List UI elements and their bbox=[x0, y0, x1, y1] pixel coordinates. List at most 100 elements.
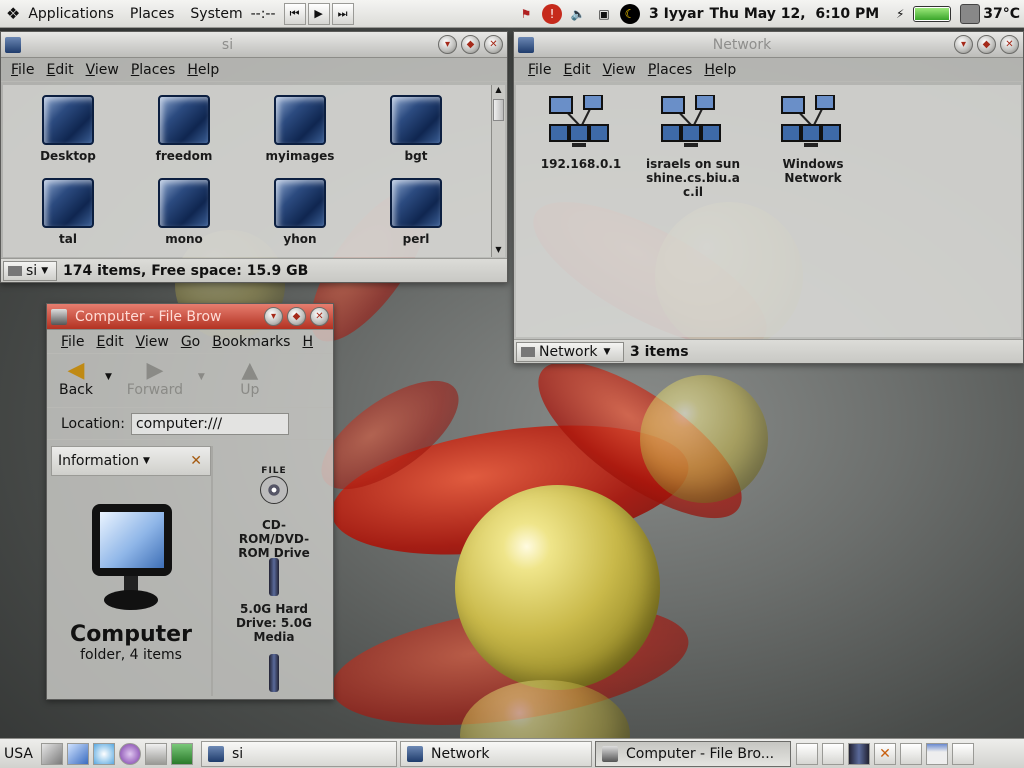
menu-view[interactable]: View bbox=[597, 62, 642, 78]
window-menu-icon[interactable] bbox=[5, 36, 21, 53]
menu-view[interactable]: View bbox=[80, 62, 125, 78]
media-play-button[interactable]: ▶ bbox=[307, 2, 330, 25]
menu-bookmarks[interactable]: Bookmarks bbox=[206, 334, 296, 350]
task-si[interactable]: si bbox=[200, 740, 397, 767]
media-previous-button[interactable]: ⏮ bbox=[283, 2, 306, 25]
scrollbar-thumb[interactable] bbox=[493, 99, 504, 121]
maximize-button[interactable]: ◆ bbox=[977, 35, 996, 54]
show-desktop-icon[interactable] bbox=[40, 742, 63, 765]
location-combo[interactable]: Network ▼ bbox=[516, 341, 624, 362]
gnome-foot-icon[interactable]: ❖ bbox=[6, 4, 20, 23]
forward-history-chevron-icon[interactable]: ▼ bbox=[198, 372, 205, 382]
close-button[interactable]: ✕ bbox=[484, 35, 503, 54]
menu-edit[interactable]: Edit bbox=[90, 334, 129, 350]
menu-file[interactable]: File bbox=[55, 334, 90, 350]
drive-mount-icon[interactable] bbox=[847, 742, 870, 765]
location-combo[interactable]: si ▼ bbox=[3, 260, 57, 281]
window-menu-icon[interactable] bbox=[518, 36, 534, 53]
minimize-button[interactable]: ▾ bbox=[954, 35, 973, 54]
side-pane-selector[interactable]: Information bbox=[58, 453, 139, 469]
folder-item[interactable]: Desktop bbox=[13, 95, 123, 163]
back-history-chevron-icon[interactable]: ▼ bbox=[105, 372, 112, 382]
file-manager-launcher-icon[interactable] bbox=[66, 742, 89, 765]
restore-window-icon[interactable] bbox=[899, 742, 922, 765]
folder-item[interactable]: perl bbox=[361, 178, 471, 246]
battery-meter[interactable] bbox=[913, 6, 952, 22]
menu-go[interactable]: Go bbox=[175, 334, 206, 350]
menu-help[interactable]: Help bbox=[181, 62, 225, 78]
menu-file[interactable]: File bbox=[522, 62, 557, 78]
laptop-launcher-icon[interactable] bbox=[144, 742, 167, 765]
update-notifier-icon[interactable]: ⚑ bbox=[516, 4, 536, 24]
forward-button[interactable]: ▶ Forward bbox=[112, 360, 198, 399]
menu-view[interactable]: View bbox=[130, 334, 175, 350]
menu-edit[interactable]: Edit bbox=[557, 62, 596, 78]
minimize-button[interactable]: ▾ bbox=[264, 307, 283, 326]
maximize-button[interactable]: ◆ bbox=[287, 307, 306, 326]
computer-small-icon[interactable] bbox=[51, 308, 67, 325]
maximize-button[interactable]: ◆ bbox=[461, 35, 480, 54]
menu-file[interactable]: File bbox=[5, 62, 40, 78]
folder-icon bbox=[274, 95, 326, 145]
close-window-icon[interactable]: ✕ bbox=[873, 742, 896, 765]
maximize-window-icon[interactable] bbox=[951, 742, 974, 765]
media-next-button[interactable]: ⏭ bbox=[331, 2, 354, 25]
workspace-switcher-2[interactable] bbox=[821, 742, 844, 765]
top-panel: ❖ Applications Places System --:-- ⏮ ▶ ⏭… bbox=[0, 0, 1024, 28]
datetime[interactable]: Thu May 12, 6:10 PM bbox=[709, 6, 879, 22]
item-label: myimages bbox=[265, 149, 335, 163]
network-monitor-icon[interactable]: ▣ bbox=[594, 4, 614, 24]
titlebar[interactable]: Computer - File Brow ▾ ◆ ✕ bbox=[47, 304, 333, 330]
workspace-icon[interactable] bbox=[925, 742, 948, 765]
menu-places[interactable]: Places bbox=[122, 6, 183, 22]
network-item[interactable]: israels on sunshine.cs.biu.ac.il bbox=[638, 94, 748, 199]
window-title: si bbox=[221, 36, 234, 53]
workspace-switcher-1[interactable] bbox=[795, 742, 818, 765]
menubar: File Edit View Go Bookmarks H bbox=[47, 330, 333, 354]
folder-item[interactable]: yhon bbox=[245, 178, 355, 246]
vertical-scrollbar[interactable]: ▲ ▼ bbox=[491, 85, 505, 257]
power-plug-icon: ⚡ bbox=[896, 7, 905, 21]
drive-item-harddisk[interactable]: 5.0G Hard Drive: 5.0G Media bbox=[219, 558, 329, 644]
scroll-down-arrow[interactable]: ▼ bbox=[492, 245, 505, 257]
close-side-pane-icon[interactable]: ✕ bbox=[190, 453, 202, 469]
network-item[interactable]: Windows Network bbox=[758, 94, 868, 185]
volume-icon[interactable]: 🔈 bbox=[568, 4, 588, 24]
up-button[interactable]: ▲ Up bbox=[205, 360, 295, 399]
folder-item[interactable]: myimages bbox=[245, 95, 355, 163]
menu-places[interactable]: Places bbox=[125, 62, 182, 78]
menu-help[interactable]: Help bbox=[698, 62, 742, 78]
media-launcher-icon[interactable] bbox=[92, 742, 115, 765]
drive-launcher-icon[interactable] bbox=[170, 742, 193, 765]
close-button[interactable]: ✕ bbox=[1000, 35, 1019, 54]
menu-places[interactable]: Places bbox=[642, 62, 699, 78]
folder-item[interactable]: tal bbox=[13, 178, 123, 246]
folder-item[interactable]: freedom bbox=[129, 95, 239, 163]
menu-help[interactable]: H bbox=[296, 334, 319, 350]
close-button[interactable]: ✕ bbox=[310, 307, 329, 326]
titlebar[interactable]: Network ▾ ◆ ✕ bbox=[514, 32, 1023, 58]
network-small-icon bbox=[521, 346, 535, 357]
menu-applications[interactable]: Applications bbox=[20, 6, 122, 22]
titlebar[interactable]: si ▾ ◆ ✕ bbox=[1, 32, 507, 58]
task-network[interactable]: Network bbox=[399, 740, 592, 767]
back-button[interactable]: ◀ Back bbox=[47, 360, 105, 399]
location-input[interactable]: computer:/// bbox=[130, 412, 289, 435]
folder-item[interactable]: mono bbox=[129, 178, 239, 246]
item-label: freedom bbox=[155, 149, 213, 163]
location-label: Location: bbox=[61, 415, 125, 432]
keyboard-layout-indicator[interactable]: USA bbox=[4, 746, 33, 762]
folder-item[interactable]: bgt bbox=[361, 95, 471, 163]
menu-edit[interactable]: Edit bbox=[40, 62, 79, 78]
minimize-button[interactable]: ▾ bbox=[438, 35, 457, 54]
scroll-up-arrow[interactable]: ▲ bbox=[492, 85, 505, 97]
alert-icon[interactable]: ! bbox=[542, 4, 563, 24]
network-diagram-icon bbox=[781, 94, 841, 147]
chevron-down-icon[interactable]: ▼ bbox=[143, 456, 150, 466]
task-computer-browser[interactable]: Computer - File Bro... bbox=[594, 740, 791, 767]
messenger-launcher-icon[interactable] bbox=[118, 742, 141, 765]
network-item[interactable]: 192.168.0.1 bbox=[526, 94, 636, 171]
menu-system[interactable]: System bbox=[182, 6, 250, 22]
drive-item[interactable] bbox=[219, 654, 329, 696]
drive-item-cdrom[interactable]: FILE CD-ROM/DVD-ROM Drive bbox=[219, 464, 329, 560]
